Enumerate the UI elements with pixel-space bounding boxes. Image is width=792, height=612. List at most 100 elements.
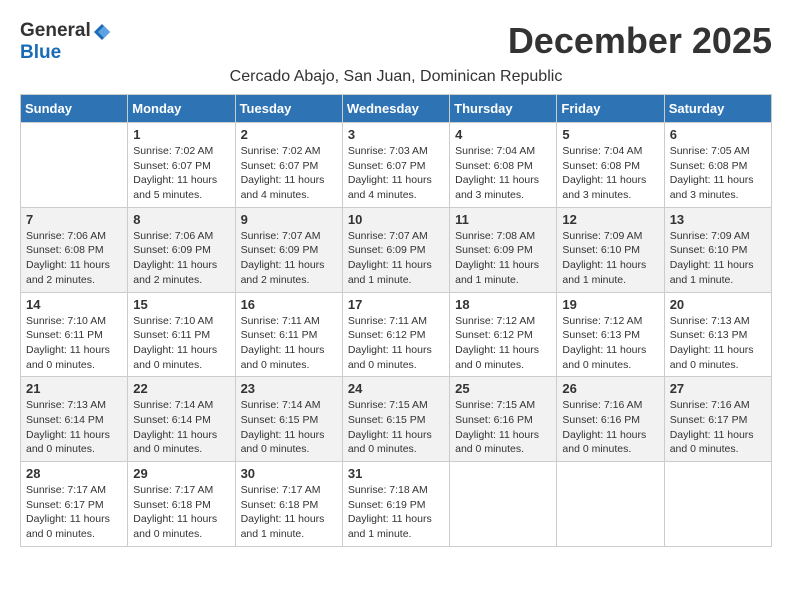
calendar-cell: [450, 462, 557, 547]
logo: General Blue: [20, 20, 112, 64]
day-info: Sunrise: 7:12 AM Sunset: 6:13 PM Dayligh…: [562, 314, 658, 373]
calendar-cell: 27Sunrise: 7:16 AM Sunset: 6:17 PM Dayli…: [664, 377, 771, 462]
day-number: 13: [670, 212, 766, 227]
day-info: Sunrise: 7:15 AM Sunset: 6:16 PM Dayligh…: [455, 398, 551, 457]
day-info: Sunrise: 7:17 AM Sunset: 6:18 PM Dayligh…: [133, 483, 229, 542]
day-number: 17: [348, 297, 444, 312]
calendar-cell: 21 Sunrise: 7:13 AM Sunset: 6:14 PM Dayli…: [21, 377, 128, 462]
day-number: 21: [26, 381, 122, 396]
day-info: Sunrise: 7:14 AM Sunset: 6:15 PM Dayligh…: [241, 398, 337, 457]
logo-blue-text: Blue: [20, 42, 61, 63]
day-info: Sunrise: 7:03 AM Sunset: 6:07 PM Dayligh…: [348, 144, 444, 203]
day-info: Sunrise: 7:13 AM Sunset: 6:14 PM Dayligh…: [26, 398, 122, 457]
calendar-cell: 16Sunrise: 7:11 AM Sunset: 6:11 PM Dayli…: [235, 292, 342, 377]
calendar-cell: 13 Sunrise: 7:09 AM Sunset: 6:10 PM Dayli…: [664, 207, 771, 292]
calendar-cell: 26 Sunrise: 7:16 AM Sunset: 6:16 PM Dayli…: [557, 377, 664, 462]
calendar-cell: 4Sunrise: 7:04 AM Sunset: 6:08 PM Daylig…: [450, 123, 557, 208]
calendar-cell: [557, 462, 664, 547]
day-info: Sunrise: 7:17 AM Sunset: 6:17 PM Dayligh…: [26, 483, 122, 542]
day-info: Sunrise: 7:02 AM Sunset: 6:07 PM Dayligh…: [241, 144, 337, 203]
day-number: 29: [133, 466, 229, 481]
day-number: 3: [348, 127, 444, 142]
calendar-cell: 18Sunrise: 7:12 AM Sunset: 6:12 PM Dayli…: [450, 292, 557, 377]
day-number: 9: [241, 212, 337, 227]
day-info: Sunrise: 7:05 AM Sunset: 6:08 PM Dayligh…: [670, 144, 766, 203]
calendar-body: 1Sunrise: 7:02 AM Sunset: 6:07 PM Daylig…: [21, 123, 772, 547]
calendar-cell: 5Sunrise: 7:04 AM Sunset: 6:08 PM Daylig…: [557, 123, 664, 208]
calendar-cell: 14 Sunrise: 7:10 AM Sunset: 6:11 PM Dayli…: [21, 292, 128, 377]
week-row-5: 28 Sunrise: 7:17 AM Sunset: 6:17 PM Dayli…: [21, 462, 772, 547]
day-number: 19: [562, 297, 658, 312]
day-info: Sunrise: 7:02 AM Sunset: 6:07 PM Dayligh…: [133, 144, 229, 203]
day-number: 27: [670, 381, 766, 396]
subtitle: Cercado Abajo, San Juan, Dominican Repub…: [20, 68, 772, 86]
day-info: Sunrise: 7:17 AM Sunset: 6:18 PM Dayligh…: [241, 483, 337, 542]
calendar-cell: 20 Sunrise: 7:13 AM Sunset: 6:13 PM Dayli…: [664, 292, 771, 377]
day-info: Sunrise: 7:07 AM Sunset: 6:09 PM Dayligh…: [348, 229, 444, 288]
day-number: 2: [241, 127, 337, 142]
month-title: December 2025: [508, 20, 772, 62]
weekday-header-sunday: Sunday: [21, 95, 128, 123]
calendar-cell: 22 Sunrise: 7:14 AM Sunset: 6:14 PM Dayli…: [128, 377, 235, 462]
day-info: Sunrise: 7:07 AM Sunset: 6:09 PM Dayligh…: [241, 229, 337, 288]
day-info: Sunrise: 7:16 AM Sunset: 6:16 PM Dayligh…: [562, 398, 658, 457]
day-number: 5: [562, 127, 658, 142]
calendar-cell: 1Sunrise: 7:02 AM Sunset: 6:07 PM Daylig…: [128, 123, 235, 208]
week-row-3: 14 Sunrise: 7:10 AM Sunset: 6:11 PM Dayli…: [21, 292, 772, 377]
day-info: Sunrise: 7:06 AM Sunset: 6:08 PM Dayligh…: [26, 229, 122, 288]
day-number: 24: [348, 381, 444, 396]
logo-general-text: General: [20, 20, 91, 41]
calendar-cell: 28 Sunrise: 7:17 AM Sunset: 6:17 PM Dayli…: [21, 462, 128, 547]
calendar-cell: 3 Sunrise: 7:03 AM Sunset: 6:07 PM Daylig…: [342, 123, 449, 208]
day-number: 28: [26, 466, 122, 481]
calendar-cell: 30 Sunrise: 7:17 AM Sunset: 6:18 PM Dayli…: [235, 462, 342, 547]
day-number: 30: [241, 466, 337, 481]
day-number: 22: [133, 381, 229, 396]
logo-arrow-icon: [92, 22, 112, 42]
day-info: Sunrise: 7:09 AM Sunset: 6:10 PM Dayligh…: [670, 229, 766, 288]
calendar-cell: 29 Sunrise: 7:17 AM Sunset: 6:18 PM Dayli…: [128, 462, 235, 547]
calendar-cell: 12Sunrise: 7:09 AM Sunset: 6:10 PM Dayli…: [557, 207, 664, 292]
weekday-header-thursday: Thursday: [450, 95, 557, 123]
day-info: Sunrise: 7:15 AM Sunset: 6:15 PM Dayligh…: [348, 398, 444, 457]
calendar-cell: [664, 462, 771, 547]
page-header: General Blue December 2025: [20, 20, 772, 64]
day-number: 14: [26, 297, 122, 312]
calendar-cell: 11Sunrise: 7:08 AM Sunset: 6:09 PM Dayli…: [450, 207, 557, 292]
day-info: Sunrise: 7:10 AM Sunset: 6:11 PM Dayligh…: [26, 314, 122, 373]
day-info: Sunrise: 7:10 AM Sunset: 6:11 PM Dayligh…: [133, 314, 229, 373]
week-row-4: 21 Sunrise: 7:13 AM Sunset: 6:14 PM Dayli…: [21, 377, 772, 462]
calendar-cell: 25 Sunrise: 7:15 AM Sunset: 6:16 PM Dayli…: [450, 377, 557, 462]
weekday-header-friday: Friday: [557, 95, 664, 123]
calendar-cell: 15 Sunrise: 7:10 AM Sunset: 6:11 PM Dayli…: [128, 292, 235, 377]
weekday-header-monday: Monday: [128, 95, 235, 123]
day-number: 25: [455, 381, 551, 396]
calendar-cell: 8Sunrise: 7:06 AM Sunset: 6:09 PM Daylig…: [128, 207, 235, 292]
weekday-header-tuesday: Tuesday: [235, 95, 342, 123]
day-number: 26: [562, 381, 658, 396]
day-info: Sunrise: 7:08 AM Sunset: 6:09 PM Dayligh…: [455, 229, 551, 288]
day-number: 4: [455, 127, 551, 142]
day-number: 7: [26, 212, 122, 227]
calendar-cell: 31 Sunrise: 7:18 AM Sunset: 6:19 PM Dayli…: [342, 462, 449, 547]
weekday-header-row: SundayMondayTuesdayWednesdayThursdayFrid…: [21, 95, 772, 123]
day-info: Sunrise: 7:09 AM Sunset: 6:10 PM Dayligh…: [562, 229, 658, 288]
day-number: 15: [133, 297, 229, 312]
calendar-cell: 9 Sunrise: 7:07 AM Sunset: 6:09 PM Daylig…: [235, 207, 342, 292]
week-row-2: 7 Sunrise: 7:06 AM Sunset: 6:08 PM Daylig…: [21, 207, 772, 292]
day-info: Sunrise: 7:18 AM Sunset: 6:19 PM Dayligh…: [348, 483, 444, 542]
calendar-cell: 2 Sunrise: 7:02 AM Sunset: 6:07 PM Daylig…: [235, 123, 342, 208]
day-number: 10: [348, 212, 444, 227]
day-number: 16: [241, 297, 337, 312]
day-info: Sunrise: 7:06 AM Sunset: 6:09 PM Dayligh…: [133, 229, 229, 288]
calendar-cell: 23Sunrise: 7:14 AM Sunset: 6:15 PM Dayli…: [235, 377, 342, 462]
calendar-cell: [21, 123, 128, 208]
day-info: Sunrise: 7:14 AM Sunset: 6:14 PM Dayligh…: [133, 398, 229, 457]
day-number: 31: [348, 466, 444, 481]
calendar-cell: 17 Sunrise: 7:11 AM Sunset: 6:12 PM Dayli…: [342, 292, 449, 377]
weekday-header-wednesday: Wednesday: [342, 95, 449, 123]
day-info: Sunrise: 7:11 AM Sunset: 6:12 PM Dayligh…: [348, 314, 444, 373]
calendar-cell: 19 Sunrise: 7:12 AM Sunset: 6:13 PM Dayli…: [557, 292, 664, 377]
day-number: 20: [670, 297, 766, 312]
day-info: Sunrise: 7:13 AM Sunset: 6:13 PM Dayligh…: [670, 314, 766, 373]
